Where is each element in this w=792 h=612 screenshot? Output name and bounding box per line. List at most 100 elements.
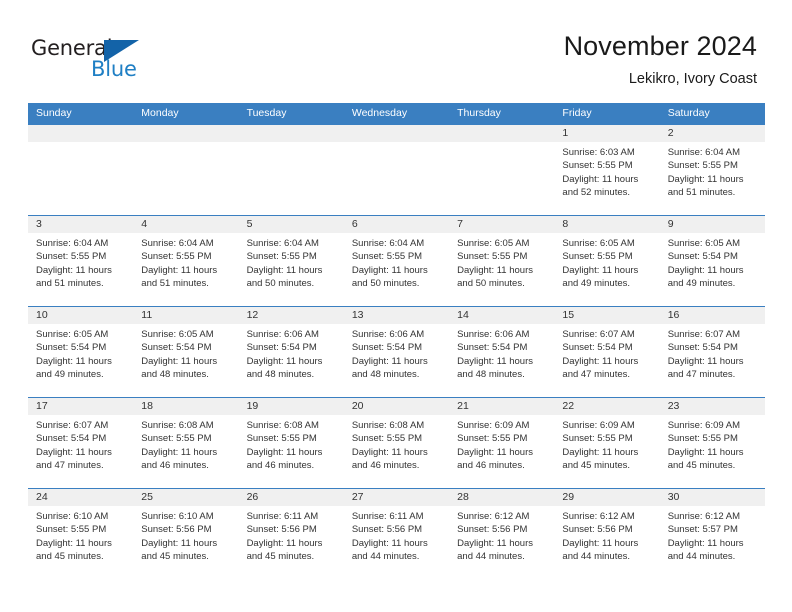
day-number[interactable]: 28 xyxy=(449,489,554,506)
daylight-text-line1: Daylight: 11 hours xyxy=(351,264,428,276)
day-number[interactable]: 18 xyxy=(133,398,238,415)
day-number[interactable]: 17 xyxy=(28,398,133,415)
daylight-text-line2: and 45 minutes. xyxy=(667,460,736,472)
day-cell[interactable] xyxy=(133,142,238,215)
day-cell[interactable]: Sunrise: 6:12 AM Sunset: 5:56 PM Dayligh… xyxy=(449,506,554,579)
daylight-text-line1: Daylight: 11 hours xyxy=(36,355,112,367)
week-body-row: Sunrise: 6:10 AM Sunset: 5:55 PM Dayligh… xyxy=(28,506,765,579)
day-cell[interactable]: Sunrise: 6:04 AM Sunset: 5:55 PM Dayligh… xyxy=(133,233,238,306)
day-number[interactable]: 13 xyxy=(344,307,449,324)
day-cell[interactable]: Sunrise: 6:04 AM Sunset: 5:55 PM Dayligh… xyxy=(239,233,344,306)
day-cell[interactable]: Sunrise: 6:06 AM Sunset: 5:54 PM Dayligh… xyxy=(449,324,554,397)
daylight-text-line1: Daylight: 11 hours xyxy=(351,446,428,458)
sunrise-text: Sunrise: 6:04 AM xyxy=(141,238,214,249)
sunrise-text: Sunrise: 6:04 AM xyxy=(36,238,109,249)
daylight-text-line2: and 51 minutes. xyxy=(667,187,736,199)
day-cell[interactable]: Sunrise: 6:07 AM Sunset: 5:54 PM Dayligh… xyxy=(554,324,659,397)
day-cell[interactable]: Sunrise: 6:09 AM Sunset: 5:55 PM Dayligh… xyxy=(449,415,554,488)
day-cell[interactable]: Sunrise: 6:10 AM Sunset: 5:56 PM Dayligh… xyxy=(133,506,238,579)
week-body-row: Sunrise: 6:07 AM Sunset: 5:54 PM Dayligh… xyxy=(28,415,765,488)
day-cell[interactable]: Sunrise: 6:08 AM Sunset: 5:55 PM Dayligh… xyxy=(344,415,449,488)
day-cell[interactable]: Sunrise: 6:05 AM Sunset: 5:55 PM Dayligh… xyxy=(554,233,659,306)
day-number[interactable]: 3 xyxy=(28,216,133,233)
day-cell[interactable]: Sunrise: 6:11 AM Sunset: 5:56 PM Dayligh… xyxy=(344,506,449,579)
day-number[interactable]: 9 xyxy=(660,216,765,233)
day-cell[interactable] xyxy=(239,142,344,215)
day-number[interactable]: 7 xyxy=(449,216,554,233)
calendar-grid: Sunday Monday Tuesday Wednesday Thursday… xyxy=(28,103,765,579)
day-number[interactable]: 6 xyxy=(344,216,449,233)
day-cell[interactable]: Sunrise: 6:03 AM Sunset: 5:55 PM Dayligh… xyxy=(554,142,659,215)
day-number[interactable]: 25 xyxy=(133,489,238,506)
sunset-text: Sunset: 5:55 PM xyxy=(141,433,212,445)
day-cell[interactable]: Sunrise: 6:10 AM Sunset: 5:55 PM Dayligh… xyxy=(28,506,133,579)
day-number[interactable] xyxy=(133,125,238,142)
sunrise-text: Sunrise: 6:08 AM xyxy=(351,420,425,431)
day-cell[interactable]: Sunrise: 6:04 AM Sunset: 5:55 PM Dayligh… xyxy=(344,233,449,306)
day-number[interactable]: 19 xyxy=(239,398,344,415)
daylight-text-line1: Daylight: 11 hours xyxy=(351,355,428,367)
day-cell[interactable]: Sunrise: 6:07 AM Sunset: 5:54 PM Dayligh… xyxy=(28,415,133,488)
day-number[interactable]: 12 xyxy=(239,307,344,324)
day-cell[interactable]: Sunrise: 6:05 AM Sunset: 5:54 PM Dayligh… xyxy=(133,324,238,397)
day-cell[interactable]: Sunrise: 6:08 AM Sunset: 5:55 PM Dayligh… xyxy=(133,415,238,488)
week-date-bar: 10 11 12 13 14 15 16 xyxy=(28,307,765,324)
day-number[interactable]: 29 xyxy=(554,489,659,506)
day-cell[interactable]: Sunrise: 6:05 AM Sunset: 5:54 PM Dayligh… xyxy=(660,233,765,306)
day-cell[interactable] xyxy=(28,142,133,215)
day-number[interactable]: 14 xyxy=(449,307,554,324)
day-number[interactable] xyxy=(239,125,344,142)
day-number[interactable]: 21 xyxy=(449,398,554,415)
day-cell[interactable]: Sunrise: 6:05 AM Sunset: 5:54 PM Dayligh… xyxy=(28,324,133,397)
day-number[interactable]: 5 xyxy=(239,216,344,233)
daylight-text-line1: Daylight: 11 hours xyxy=(246,537,323,549)
day-cell[interactable]: Sunrise: 6:07 AM Sunset: 5:54 PM Dayligh… xyxy=(660,324,765,397)
page-header: General Blue November 2024 Lekikro, Ivor… xyxy=(0,0,792,100)
day-cell[interactable]: Sunrise: 6:08 AM Sunset: 5:55 PM Dayligh… xyxy=(239,415,344,488)
day-cell[interactable]: Sunrise: 6:12 AM Sunset: 5:56 PM Dayligh… xyxy=(554,506,659,579)
sunrise-text: Sunrise: 6:06 AM xyxy=(246,329,319,340)
day-cell[interactable]: Sunrise: 6:11 AM Sunset: 5:56 PM Dayligh… xyxy=(239,506,344,579)
day-number[interactable]: 11 xyxy=(133,307,238,324)
day-number[interactable]: 2 xyxy=(660,125,765,142)
day-number[interactable]: 4 xyxy=(133,216,238,233)
day-cell[interactable]: Sunrise: 6:06 AM Sunset: 5:54 PM Dayligh… xyxy=(239,324,344,397)
day-number[interactable]: 24 xyxy=(28,489,133,506)
day-number[interactable] xyxy=(28,125,133,142)
day-number[interactable]: 27 xyxy=(344,489,449,506)
daylight-text-line1: Daylight: 11 hours xyxy=(562,446,639,458)
day-number[interactable]: 1 xyxy=(554,125,659,142)
day-cell[interactable]: Sunrise: 6:09 AM Sunset: 5:55 PM Dayligh… xyxy=(660,415,765,488)
day-number[interactable]: 16 xyxy=(660,307,765,324)
sunset-text: Sunset: 5:54 PM xyxy=(457,342,528,354)
sunrise-text: Sunrise: 6:12 AM xyxy=(457,511,530,522)
daylight-text-line1: Daylight: 11 hours xyxy=(246,355,323,367)
day-cell[interactable]: Sunrise: 6:12 AM Sunset: 5:57 PM Dayligh… xyxy=(660,506,765,579)
day-cell[interactable]: Sunrise: 6:05 AM Sunset: 5:55 PM Dayligh… xyxy=(449,233,554,306)
daylight-text-line1: Daylight: 11 hours xyxy=(667,355,744,367)
day-cell[interactable] xyxy=(344,142,449,215)
day-cell[interactable]: Sunrise: 6:04 AM Sunset: 5:55 PM Dayligh… xyxy=(660,142,765,215)
week-date-bar: 1 2 xyxy=(28,125,765,142)
daylight-text-line2: and 51 minutes. xyxy=(36,278,104,290)
day-cell[interactable]: Sunrise: 6:04 AM Sunset: 5:55 PM Dayligh… xyxy=(28,233,133,306)
day-number[interactable]: 22 xyxy=(554,398,659,415)
day-cell[interactable] xyxy=(449,142,554,215)
day-cell[interactable]: Sunrise: 6:06 AM Sunset: 5:54 PM Dayligh… xyxy=(344,324,449,397)
daylight-text-line1: Daylight: 11 hours xyxy=(562,264,639,276)
general-blue-logo[interactable]: General Blue xyxy=(31,36,161,84)
day-number[interactable]: 10 xyxy=(28,307,133,324)
day-number[interactable]: 15 xyxy=(554,307,659,324)
day-number[interactable] xyxy=(449,125,554,142)
sunrise-text: Sunrise: 6:04 AM xyxy=(246,238,319,249)
day-number[interactable] xyxy=(344,125,449,142)
day-number[interactable]: 30 xyxy=(660,489,765,506)
day-cell[interactable]: Sunrise: 6:09 AM Sunset: 5:55 PM Dayligh… xyxy=(554,415,659,488)
sunset-text: Sunset: 5:55 PM xyxy=(246,251,317,263)
day-number[interactable]: 20 xyxy=(344,398,449,415)
daylight-text-line1: Daylight: 11 hours xyxy=(246,446,323,458)
day-number[interactable]: 8 xyxy=(554,216,659,233)
day-number[interactable]: 26 xyxy=(239,489,344,506)
weekday-header-wednesday: Wednesday xyxy=(351,107,408,119)
day-number[interactable]: 23 xyxy=(660,398,765,415)
